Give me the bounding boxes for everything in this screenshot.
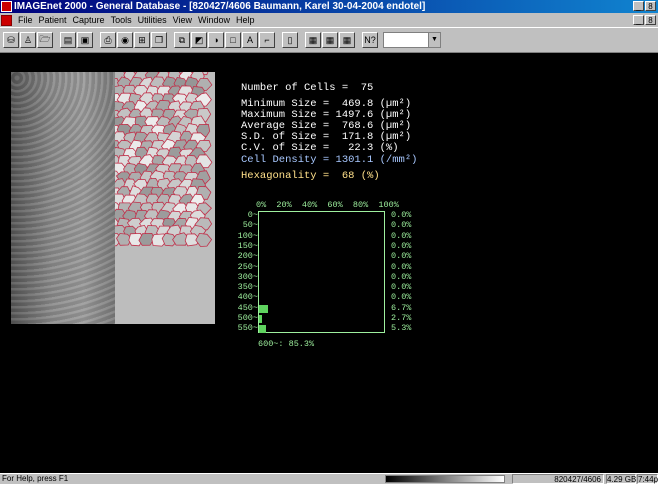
ruler-icon[interactable]: ⌐ [259, 32, 275, 48]
histogram-bin-label: 150~ [237, 240, 258, 251]
page-icon[interactable]: ▤ [60, 32, 76, 48]
menu-view[interactable]: View [170, 15, 195, 25]
histogram-top-axis: 0% 20% 40% 60% 80% 100% [256, 200, 399, 210]
patient-id: 820427/4606 [512, 474, 604, 484]
layout-many-icon[interactable]: ▦ [339, 32, 355, 48]
menu-file[interactable]: File [15, 15, 36, 25]
window-controls: _ 8 [633, 1, 656, 11]
menu-bar: File Patient Capture Tools Utilities Vie… [0, 13, 658, 27]
number-of-cells: Number of Cells = 75 [241, 82, 374, 94]
title-bar[interactable]: IMAGEnet 2000 - General Database - [8204… [0, 0, 658, 13]
cell-outline [195, 232, 213, 247]
document-icon[interactable] [1, 14, 12, 26]
person-icon[interactable]: ♙ [20, 32, 36, 48]
histogram-bin-percent: 0.0% [391, 261, 412, 272]
histogram-bar [259, 315, 263, 323]
histogram-bin-label: 550~ [237, 323, 258, 334]
print-icon[interactable]: ⎙ [100, 32, 116, 48]
histogram-overflow: 600~: 85.3% [258, 339, 315, 349]
document-window-controls: _ 8 [633, 15, 656, 25]
histogram-bin-percent: 2.7% [391, 313, 412, 323]
window-icon[interactable]: ❐ [151, 32, 167, 48]
toolbar-combo[interactable]: ▼ [383, 32, 441, 48]
histogram-bar [259, 304, 268, 313]
layout-four-icon[interactable]: ▦ [322, 32, 338, 48]
histogram-bin-percent: 0.0% [391, 240, 412, 251]
save-icon[interactable]: ▣ [77, 32, 93, 48]
histogram-bin-label: 400~ [237, 292, 258, 303]
maximize-button[interactable]: 8 [645, 1, 656, 11]
database-icon[interactable]: ⛁ [3, 32, 19, 48]
text-icon[interactable]: A [242, 32, 258, 48]
app-icon[interactable] [1, 1, 12, 12]
histogram-bin-percent: 0.0% [391, 282, 412, 293]
histogram-bin-label: 350~ [237, 282, 258, 293]
cell-outline-overlay [115, 72, 213, 247]
histogram-bin-percent: 0.0% [391, 210, 412, 220]
grid-icon[interactable]: ⊞ [134, 32, 150, 48]
toolbar-buttons: ⛁ ♙ 🗁 ▤ ▣ ⎙ ◉ ⊞ ❐ ⧉ ◩ ◑ □ A ⌐ ▯ ▦ ▦ ▦ N? [3, 32, 379, 48]
histogram-bin-label: 200~ [237, 251, 258, 262]
rectangle-icon[interactable]: □ [225, 32, 241, 48]
menu-utilities[interactable]: Utilities [135, 15, 170, 25]
endothelium-original-image[interactable] [11, 72, 115, 324]
histogram-bin-label: 50~ [242, 220, 258, 231]
menu-window[interactable]: Window [195, 15, 233, 25]
histogram-bin-percent: 6.7% [391, 302, 412, 313]
cv-of-size: C.V. of Size = 22.3 (%) [241, 142, 399, 154]
open-folder-icon[interactable]: 🗁 [37, 32, 53, 48]
cell-density: Cell Density = 1301.1 (/mm²) [241, 154, 418, 166]
layout-two-icon[interactable]: ▦ [305, 32, 321, 48]
document-restore-button[interactable]: 8 [645, 15, 656, 25]
grayscale-bar [385, 475, 505, 483]
status-bar: For Help, press F1 820427/4606 4.29 GB 7… [0, 473, 658, 484]
blank-page-icon[interactable]: ▯ [282, 32, 298, 48]
histogram-bin-label: 250~ [237, 261, 258, 272]
histogram-bin-label: 500~ [237, 313, 258, 323]
menu-capture[interactable]: Capture [70, 15, 108, 25]
toolbar: ⛁ ♙ 🗁 ▤ ▣ ⎙ ◉ ⊞ ❐ ⧉ ◩ ◑ □ A ⌐ ▯ ▦ ▦ ▦ N? ▼ [0, 27, 658, 53]
minimize-button[interactable]: _ [633, 1, 644, 11]
help-icon[interactable]: N? [362, 32, 378, 48]
document-minimize-button[interactable]: _ [633, 15, 644, 25]
histogram-bin-percent: 0.0% [391, 271, 412, 282]
window-title: IMAGEnet 2000 - General Database - [8204… [14, 1, 426, 12]
endothelium-analyzed-image[interactable] [115, 72, 215, 324]
menu-patient[interactable]: Patient [36, 15, 70, 25]
menu-help[interactable]: Help [233, 15, 258, 25]
histogram-bin-label: 0~ [247, 210, 258, 220]
histogram-bin-label: 450~ [237, 302, 258, 313]
menu-tools[interactable]: Tools [108, 15, 135, 25]
duplicate-icon[interactable]: ⧉ [174, 32, 190, 48]
disk-free: 4.29 GB [606, 474, 637, 484]
help-hint: For Help, press F1 [2, 474, 69, 483]
clock: 7:44pm [637, 474, 658, 484]
camera-icon[interactable]: ◉ [117, 32, 133, 48]
histogram-bin-percent: 5.3% [391, 323, 412, 334]
histogram-bar [259, 325, 266, 334]
histogram-bin-percent: 0.0% [391, 292, 412, 303]
brightness-icon[interactable]: ◑ [208, 32, 224, 48]
hexagonality: Hexagonality = 68 (%) [241, 170, 380, 182]
histogram-bin-percent: 0.0% [391, 220, 412, 231]
histogram-bin-percent: 0.0% [391, 230, 412, 241]
histogram-bin-label: 300~ [237, 271, 258, 282]
contrast-icon[interactable]: ◩ [191, 32, 207, 48]
histogram-plot-area [258, 211, 385, 333]
chevron-down-icon[interactable]: ▼ [428, 33, 440, 47]
histogram-bin-label: 100~ [237, 230, 258, 241]
histogram-bin-percent: 0.0% [391, 251, 412, 262]
